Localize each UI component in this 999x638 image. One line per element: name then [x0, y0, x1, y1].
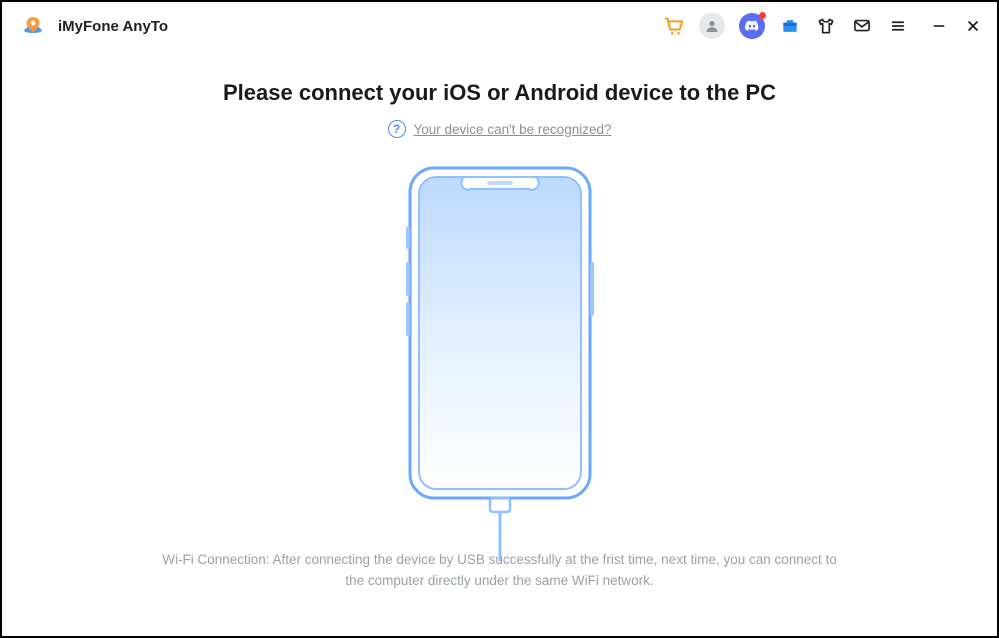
title-bar: iMyFone AnyTo	[2, 2, 997, 50]
minimize-button[interactable]	[929, 16, 949, 36]
main-content: Please connect your iOS or Android devic…	[2, 50, 997, 636]
discord-icon[interactable]	[739, 13, 765, 39]
app-window: iMyFone AnyTo	[0, 0, 999, 638]
close-button[interactable]	[963, 16, 983, 36]
phone-illustration	[395, 162, 605, 542]
footer-note: Wi-Fi Connection: After connecting the d…	[140, 550, 860, 610]
notification-dot-icon	[759, 12, 766, 19]
mail-icon[interactable]	[851, 15, 873, 37]
help-row: ? Your device can't be recognized?	[388, 120, 612, 138]
app-logo-icon	[20, 13, 46, 39]
headline-text: Please connect your iOS or Android devic…	[223, 80, 776, 106]
app-title: iMyFone AnyTo	[58, 18, 168, 35]
shirt-icon[interactable]	[815, 15, 837, 37]
cart-icon[interactable]	[663, 15, 685, 37]
help-link[interactable]: Your device can't be recognized?	[414, 122, 612, 137]
toolbox-icon[interactable]	[779, 15, 801, 37]
help-question-icon: ?	[388, 120, 406, 138]
toolbar-icons	[663, 13, 983, 39]
user-icon[interactable]	[699, 13, 725, 39]
menu-icon[interactable]	[887, 15, 909, 37]
